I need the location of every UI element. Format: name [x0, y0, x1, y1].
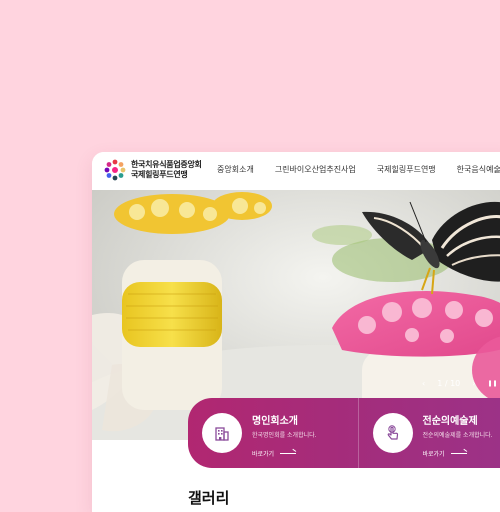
slide-counter-text: 1 / 10: [437, 379, 460, 388]
quick-link-go-label: 바로가기: [252, 449, 274, 458]
quick-links-panel: 명인회소개 한국명인회를 소개합니다. 바로가기 전순의예술제 전순의예술제를 …: [188, 398, 500, 468]
nav-item-greenbio[interactable]: 그린바이오산업추진사업: [275, 164, 356, 175]
slide-pause-button[interactable]: ❚❚: [487, 380, 497, 387]
gallery-heading: 갤러리: [188, 487, 229, 508]
quick-link-go[interactable]: 바로가기: [252, 449, 296, 458]
nav-item-food-art[interactable]: 한국음식예술: [457, 164, 500, 175]
slide-prev-button[interactable]: ‹: [422, 379, 425, 388]
quick-link-festival[interactable]: 전순의예술제 전순의예술제를 소개합니다. 바로가기: [358, 398, 500, 468]
quick-link-desc: 전순의예술제를 소개합니다.: [423, 430, 493, 439]
arrow-right-icon: [280, 453, 296, 454]
org-name-line2: 국제힐링푸드연맹: [131, 170, 202, 180]
slide-controls: ‹ 1 / 10 › ❚❚: [422, 379, 498, 388]
main-nav: 중앙회소개 그린바이오산업추진사업 국제힐링푸드연맹 한국음식예술: [217, 164, 500, 175]
logo-text: 한국치유식품업중앙회 국제힐링푸드연맹: [131, 160, 202, 180]
arrow-right-icon: [451, 453, 467, 454]
browser-window: 한국치유식품업중앙회 국제힐링푸드연맹 중앙회소개 그린바이오산업추진사업 국제…: [92, 152, 500, 512]
nav-item-healing-food[interactable]: 국제힐링푸드연맹: [377, 164, 436, 175]
quick-link-desc: 한국명인회를 소개합니다.: [252, 430, 317, 439]
quick-link-go-label: 바로가기: [423, 449, 445, 458]
slide-next-button[interactable]: ›: [472, 379, 475, 388]
quick-link-go[interactable]: 바로가기: [423, 449, 467, 458]
hand-pointer-icon: [373, 413, 413, 453]
quick-link-title: 전순의예술제: [423, 412, 478, 427]
site-header: 한국치유식품업중앙회 국제힐링푸드연맹 중앙회소개 그린바이오산업추진사업 국제…: [92, 152, 500, 190]
quick-link-masters[interactable]: 명인회소개 한국명인회를 소개합니다. 바로가기: [188, 398, 358, 468]
nav-item-about[interactable]: 중앙회소개: [217, 164, 254, 175]
flower-logo-icon: [104, 159, 126, 181]
building-icon: [202, 413, 242, 453]
site-logo[interactable]: 한국치유식품업중앙회 국제힐링푸드연맹: [104, 159, 202, 181]
org-name-line1: 한국치유식품업중앙회: [131, 160, 202, 170]
quick-link-title: 명인회소개: [252, 412, 298, 427]
